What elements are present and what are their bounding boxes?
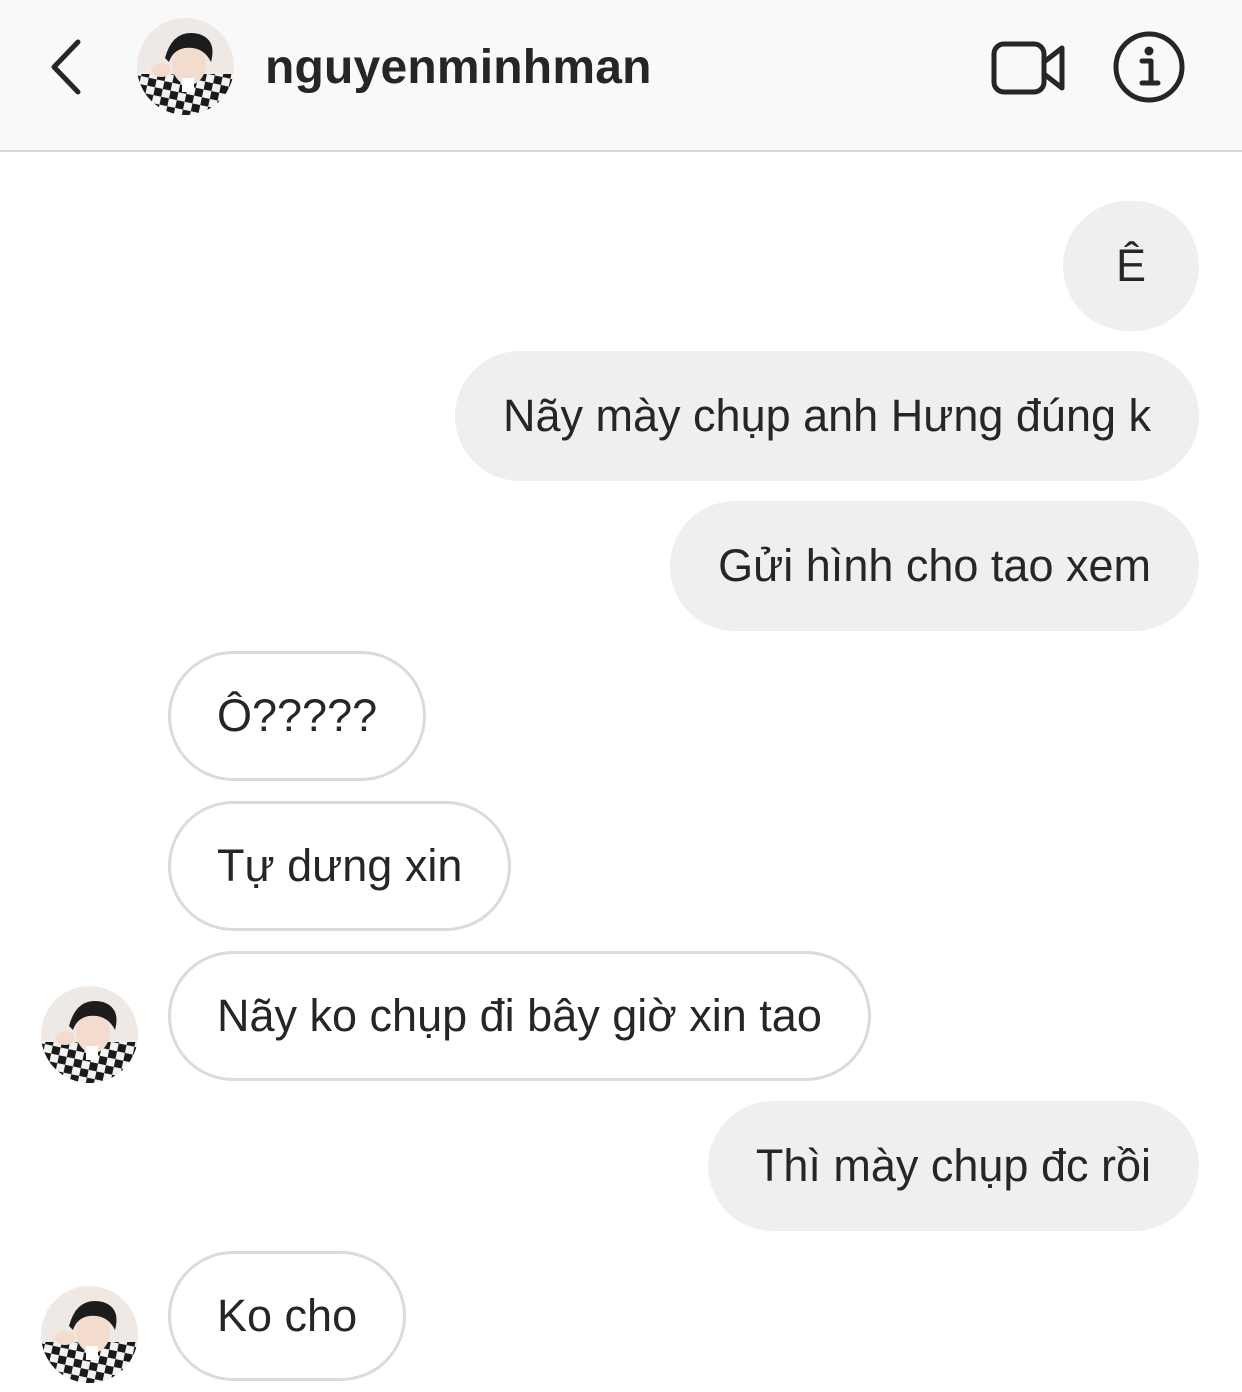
message-text: Gửi hình cho tao xem [718, 540, 1151, 591]
chevron-left-icon [51, 39, 81, 95]
contact-username[interactable]: nguyenminhman [265, 38, 652, 98]
message-bubble-outgoing[interactable]: Ê [1063, 201, 1199, 331]
video-camera-icon [991, 41, 1065, 95]
message-text: Ô????? [217, 690, 378, 741]
message-bubble-outgoing[interactable]: Nãy mày chụp anh Hưng đúng k [455, 351, 1199, 481]
chat-header: nguyenminhman [0, 0, 1242, 152]
message-bubble-incoming[interactable]: Ô????? [168, 651, 427, 781]
message-text: Ê [1115, 240, 1146, 291]
message-bubble-outgoing[interactable]: Gửi hình cho tao xem [670, 501, 1199, 631]
contact-avatar[interactable] [137, 18, 234, 115]
back-button[interactable] [40, 36, 94, 98]
info-button[interactable] [1112, 30, 1186, 104]
video-call-button[interactable] [990, 36, 1068, 100]
message-text: Ko cho [217, 1290, 358, 1341]
message-text: Thì mày chụp đc rồi [755, 1140, 1151, 1191]
sender-avatar[interactable] [41, 1286, 138, 1383]
message-text: Tự dưng xin [217, 840, 463, 891]
message-bubble-incoming[interactable]: Tự dưng xin [168, 801, 512, 931]
message-bubble-incoming[interactable]: Ko cho [168, 1251, 407, 1381]
message-text: Nãy mày chụp anh Hưng đúng k [503, 390, 1151, 441]
info-icon [1113, 31, 1185, 103]
sender-avatar[interactable] [41, 986, 138, 1083]
message-bubble-outgoing[interactable]: Thì mày chụp đc rồi [707, 1101, 1199, 1231]
message-bubble-incoming[interactable]: Nãy ko chụp đi bây giờ xin tao [168, 951, 871, 1081]
message-text: Nãy ko chụp đi bây giờ xin tao [217, 990, 822, 1041]
